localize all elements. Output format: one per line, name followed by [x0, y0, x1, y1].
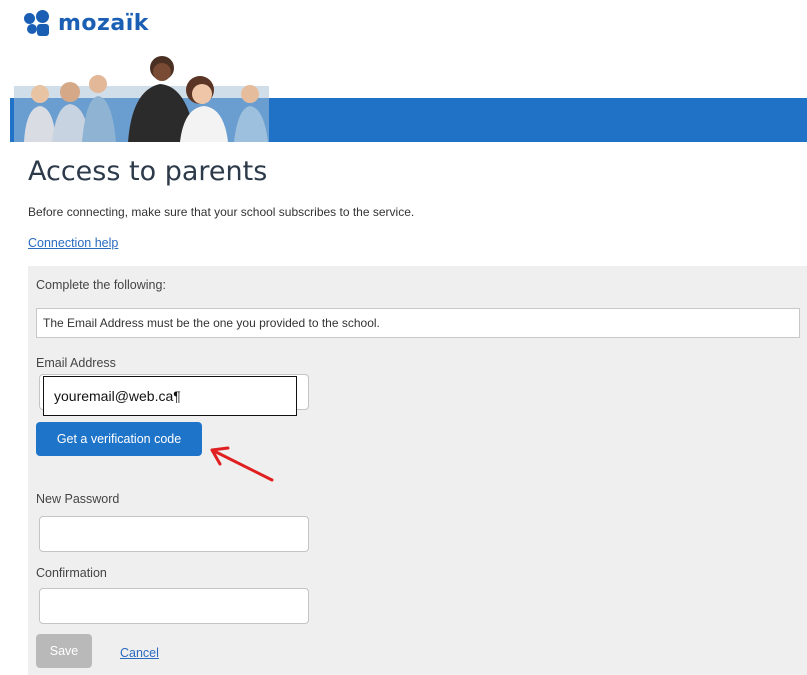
- save-button[interactable]: Save: [36, 634, 92, 668]
- email-label: Email Address: [36, 356, 116, 370]
- mozaik-logo: mozaïk: [24, 10, 149, 36]
- confirmation-input[interactable]: [39, 588, 309, 624]
- header-banner: [10, 56, 807, 142]
- intro-text: Before connecting, make sure that your s…: [28, 205, 415, 219]
- red-arrow-icon: [210, 446, 274, 482]
- form-panel: Complete the following: The Email Addres…: [28, 266, 807, 675]
- form-instruction: Complete the following:: [36, 278, 166, 292]
- email-value[interactable]: youremail@web.ca¶: [43, 376, 297, 416]
- new-password-input[interactable]: [39, 516, 309, 552]
- get-verification-code-button[interactable]: Get a verification code: [36, 422, 202, 456]
- family-photo-icon: [10, 56, 280, 142]
- new-password-label: New Password: [36, 492, 120, 506]
- email-notice: The Email Address must be the one you pr…: [36, 308, 800, 338]
- confirmation-label: Confirmation: [36, 566, 107, 580]
- page-title: Access to parents: [28, 156, 268, 187]
- mozaik-logo-icon: [24, 10, 50, 36]
- connection-help-link[interactable]: Connection help: [28, 236, 118, 250]
- cancel-link[interactable]: Cancel: [120, 646, 159, 660]
- brand-name: mozaïk: [58, 10, 149, 36]
